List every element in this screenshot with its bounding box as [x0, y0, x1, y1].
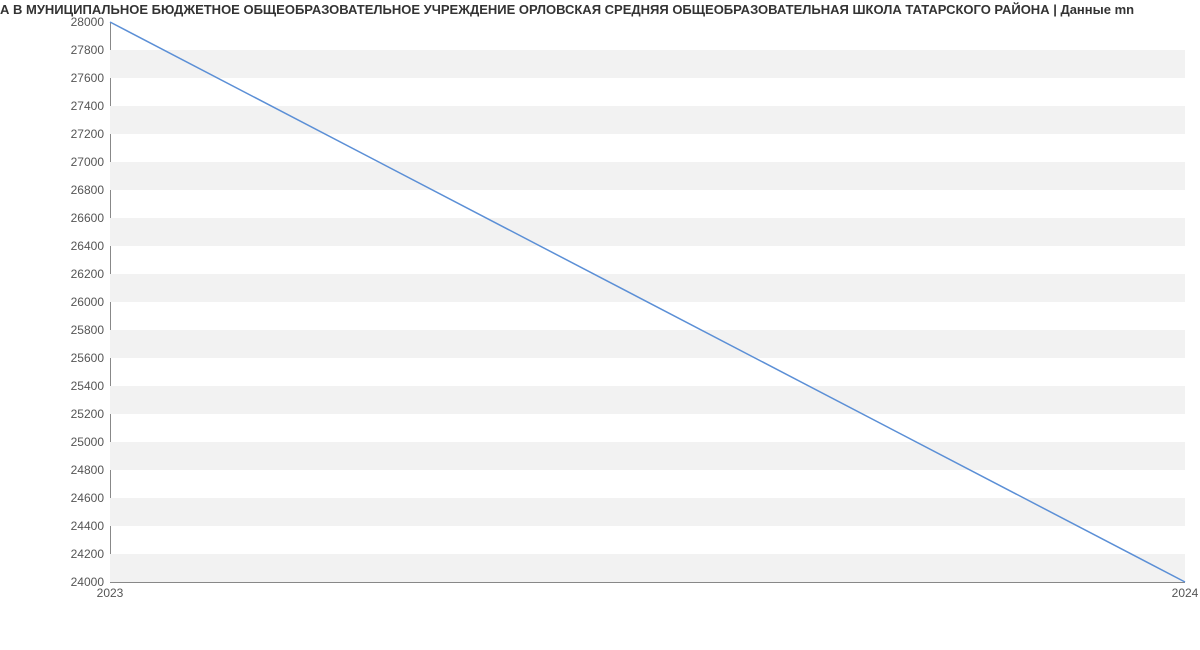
y-tick: 27200 [14, 127, 104, 141]
y-tick: 27400 [14, 99, 104, 113]
y-tick: 24800 [14, 463, 104, 477]
y-tick: 25800 [14, 323, 104, 337]
y-tick: 25000 [14, 435, 104, 449]
x-tick: 2024 [1172, 586, 1199, 600]
line-layer [110, 22, 1185, 582]
chart-title: А В МУНИЦИПАЛЬНОЕ БЮДЖЕТНОЕ ОБЩЕОБРАЗОВА… [0, 2, 1200, 17]
data-line [110, 22, 1185, 582]
y-tick: 25200 [14, 407, 104, 421]
y-tick: 26200 [14, 267, 104, 281]
y-tick: 27800 [14, 43, 104, 57]
x-tick: 2023 [97, 586, 124, 600]
y-tick: 27000 [14, 155, 104, 169]
y-tick: 25600 [14, 351, 104, 365]
y-tick: 24400 [14, 519, 104, 533]
y-tick: 24000 [14, 575, 104, 589]
y-tick: 24600 [14, 491, 104, 505]
y-tick: 26000 [14, 295, 104, 309]
y-tick: 26400 [14, 239, 104, 253]
x-axis-line [110, 582, 1185, 583]
y-tick: 26800 [14, 183, 104, 197]
y-tick: 24200 [14, 547, 104, 561]
y-tick: 25400 [14, 379, 104, 393]
plot-area [110, 22, 1185, 582]
y-tick: 27600 [14, 71, 104, 85]
y-tick: 26600 [14, 211, 104, 225]
y-tick: 28000 [14, 15, 104, 29]
